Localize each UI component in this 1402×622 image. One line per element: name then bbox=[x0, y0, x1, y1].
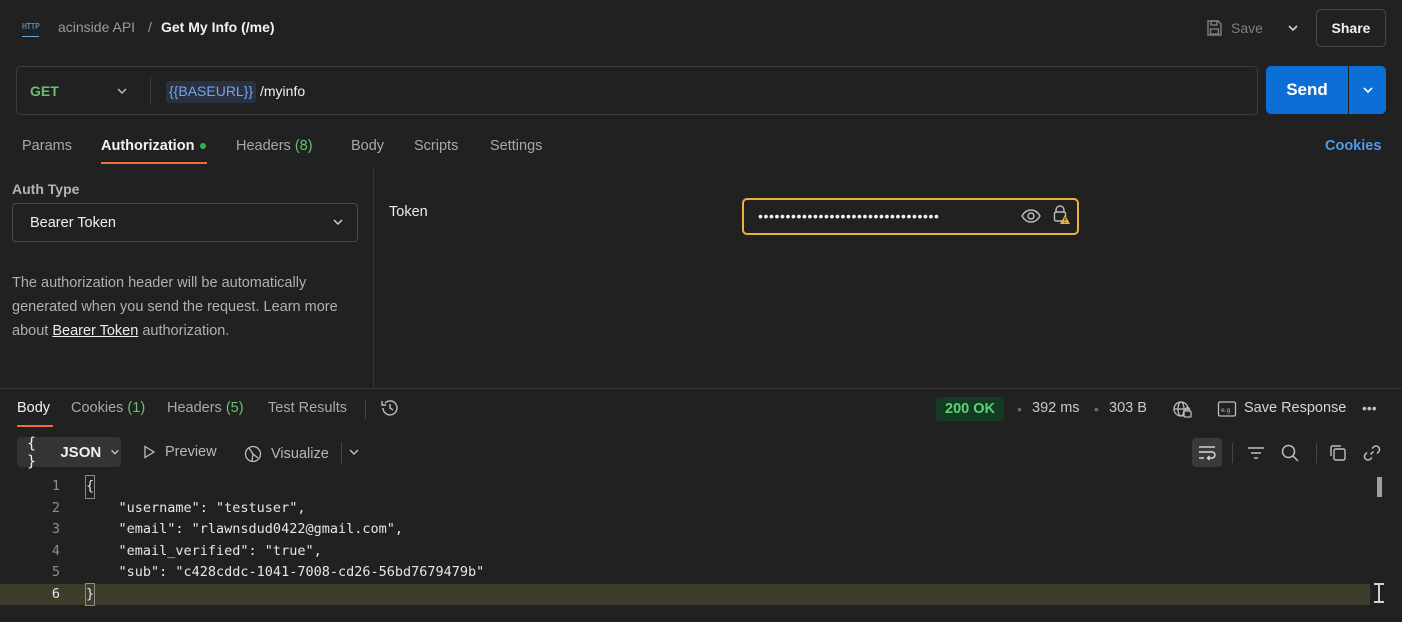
save-button[interactable]: Save bbox=[1205, 14, 1263, 42]
tab-body[interactable]: Body bbox=[351, 138, 384, 154]
send-button[interactable]: Send bbox=[1266, 66, 1348, 114]
url-divider bbox=[150, 77, 151, 105]
save-label: Save bbox=[1231, 20, 1263, 36]
bearer-token-link[interactable]: Bearer Token bbox=[52, 323, 138, 339]
visualize-icon bbox=[244, 445, 262, 463]
line-number: 3 bbox=[51, 521, 60, 537]
line-number: 4 bbox=[51, 542, 60, 559]
svg-text:e.g: e.g bbox=[1221, 407, 1231, 414]
auth-type-value: Bearer Token bbox=[30, 215, 116, 231]
toolbar-separator bbox=[1232, 443, 1233, 463]
save-icon bbox=[1207, 20, 1222, 36]
code-line: 4 "email_verified": "true", bbox=[0, 541, 1370, 563]
code-text: "sub": "c428cddc-1041-7008-cd26-56bd7679… bbox=[86, 564, 485, 580]
scrollbar-thumb[interactable] bbox=[1377, 477, 1382, 497]
response-tab-cookies[interactable]: Cookies (1) bbox=[71, 400, 145, 416]
code-line: 1 { bbox=[0, 475, 1370, 499]
response-divider[interactable] bbox=[0, 388, 1402, 389]
more-options-icon[interactable]: ••• bbox=[1362, 400, 1382, 418]
meta-dot-separator: • bbox=[1017, 401, 1022, 417]
headers-count: (8) bbox=[294, 138, 313, 154]
share-button[interactable]: Share bbox=[1316, 9, 1386, 47]
chevron-down-icon bbox=[330, 214, 346, 230]
chevron-down-icon bbox=[1288, 25, 1298, 32]
request-title[interactable]: Get My Info (/me) bbox=[161, 19, 275, 35]
tab-params[interactable]: Params bbox=[22, 138, 72, 154]
method-select[interactable]: GET bbox=[30, 83, 59, 99]
visualize-button[interactable]: Visualize bbox=[243, 444, 329, 464]
code-line-current: 6 } bbox=[0, 582, 1370, 606]
line-number: 2 bbox=[51, 499, 60, 516]
active-tab-underline bbox=[101, 162, 207, 164]
format-label: JSON bbox=[60, 443, 102, 461]
filter-icon[interactable] bbox=[1246, 444, 1266, 462]
json-braces-icon: { } bbox=[27, 434, 38, 470]
line-number: 5 bbox=[51, 564, 60, 580]
format-select[interactable]: { } JSON bbox=[17, 434, 121, 470]
response-time[interactable]: 392 ms bbox=[1032, 400, 1080, 416]
tab-settings[interactable]: Settings bbox=[490, 138, 542, 154]
response-tab-headers[interactable]: Headers (5) bbox=[167, 400, 244, 416]
token-label: Token bbox=[389, 204, 428, 220]
chevron-down-icon bbox=[111, 449, 119, 455]
breadcrumb-collection[interactable]: acinside API bbox=[58, 19, 135, 35]
line-number: 6 bbox=[51, 585, 60, 602]
auth-description: The authorization header will be automat… bbox=[12, 275, 338, 339]
save-response-button[interactable]: Save Response bbox=[1244, 400, 1346, 416]
toolbar-separator bbox=[1316, 443, 1317, 463]
preview-button[interactable]: Preview bbox=[141, 444, 217, 460]
network-globe-icon[interactable] bbox=[1172, 399, 1192, 419]
url-variable[interactable]: {{BASEURL}} bbox=[166, 81, 257, 103]
code-text: } bbox=[84, 582, 96, 606]
cookies-link[interactable]: Cookies bbox=[1325, 138, 1381, 154]
wrap-icon bbox=[1199, 445, 1216, 460]
link-icon[interactable] bbox=[1362, 443, 1382, 463]
send-options-button[interactable] bbox=[1349, 66, 1386, 114]
response-tab-test-results[interactable]: Test Results bbox=[268, 400, 347, 416]
save-response-icon[interactable]: e.g bbox=[1217, 400, 1237, 418]
tab-authorization[interactable]: Authorization bbox=[101, 138, 194, 154]
auth-type-label: Auth Type bbox=[12, 181, 80, 197]
tab-scripts[interactable]: Scripts bbox=[414, 138, 458, 154]
line-number: 1 bbox=[51, 478, 60, 494]
search-icon[interactable] bbox=[1280, 443, 1300, 463]
response-tab-separator bbox=[365, 399, 366, 419]
tab-headers[interactable]: Headers (8) bbox=[236, 138, 313, 154]
code-text: { bbox=[84, 475, 96, 499]
code-text: "email_verified": "true", bbox=[86, 542, 322, 559]
code-text: "email": "rlawnsdud0422@gmail.com", bbox=[86, 521, 403, 537]
chevron-down-icon bbox=[1362, 87, 1373, 94]
response-size[interactable]: 303 B bbox=[1109, 400, 1147, 416]
lock-warning-icon[interactable] bbox=[1051, 205, 1071, 225]
panel-divider[interactable] bbox=[373, 166, 374, 388]
toolbar-separator bbox=[341, 442, 342, 464]
response-tab-body[interactable]: Body bbox=[17, 400, 50, 416]
method-chevron-down-icon[interactable] bbox=[113, 82, 131, 100]
active-response-tab-underline bbox=[17, 425, 53, 427]
auth-active-dot bbox=[200, 143, 206, 149]
code-line: 2 "username": "testuser", bbox=[0, 498, 1370, 520]
meta-dot-separator: • bbox=[1094, 401, 1099, 417]
response-body-viewer[interactable]: 1 { 2 "username": "testuser", 3 "email":… bbox=[0, 475, 1402, 622]
eye-icon[interactable] bbox=[1021, 207, 1041, 225]
http-icon: HTTP bbox=[22, 18, 44, 37]
code-line: 5 "sub": "c428cddc-1041-7008-cd26-56bd76… bbox=[0, 562, 1370, 584]
word-wrap-button[interactable] bbox=[1192, 438, 1222, 467]
url-path-input[interactable]: /myinfo bbox=[260, 83, 305, 99]
text-cursor-icon bbox=[1373, 582, 1385, 604]
history-icon[interactable] bbox=[380, 398, 400, 418]
status-badge[interactable]: 200 OK bbox=[936, 397, 1004, 421]
play-icon bbox=[144, 445, 156, 459]
breadcrumb-separator: / bbox=[148, 19, 152, 35]
code-line: 3 "email": "rlawnsdud0422@gmail.com", bbox=[0, 519, 1370, 541]
code-text: "username": "testuser", bbox=[86, 499, 306, 516]
visualize-chevron-down-icon[interactable] bbox=[346, 444, 362, 460]
save-options-button[interactable] bbox=[1282, 14, 1304, 42]
copy-icon[interactable] bbox=[1328, 443, 1348, 463]
token-masked-value: ••••••••••••••••••••••••••••••••• bbox=[758, 208, 940, 224]
